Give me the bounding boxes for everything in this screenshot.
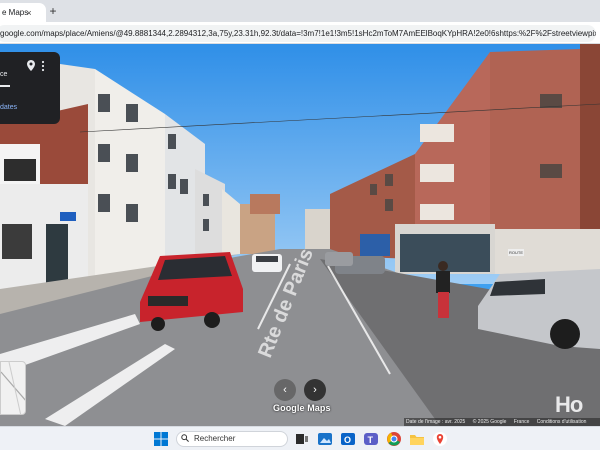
photos-icon[interactable] bbox=[318, 432, 332, 446]
mini-map[interactable] bbox=[0, 361, 26, 415]
svg-text:T: T bbox=[368, 435, 374, 445]
parked-car bbox=[325, 252, 353, 266]
watermark-logo: Ho bbox=[555, 392, 583, 417]
window bbox=[2, 224, 32, 259]
balconies-right bbox=[420, 124, 454, 220]
attribution-bar: Date de l'image : avr. 2025 © 2025 Googl… bbox=[404, 418, 600, 426]
street-view-panorama[interactable]: Rte de Paris ROUTE bbox=[0, 44, 600, 426]
browser-tab-strip: e Maps × + bbox=[0, 0, 600, 22]
region-link[interactable]: France bbox=[514, 419, 530, 425]
windows-start-icon[interactable] bbox=[154, 432, 168, 446]
task-view-icon[interactable] bbox=[295, 432, 309, 446]
teams-icon[interactable]: T bbox=[364, 432, 378, 446]
taskbar-search-box[interactable]: Rechercher bbox=[176, 431, 288, 447]
far-building-roof bbox=[250, 194, 280, 214]
outlook-icon[interactable]: O bbox=[341, 432, 355, 446]
image-date: Date de l'image : avr. 2025 bbox=[406, 419, 466, 425]
browser-tab[interactable]: e Maps × bbox=[0, 3, 46, 22]
windows-taskbar: Rechercher O T bbox=[0, 426, 600, 450]
location-pin-icon[interactable] bbox=[27, 60, 35, 71]
tab-close-icon[interactable]: × bbox=[23, 7, 35, 19]
white-car bbox=[252, 254, 282, 272]
next-view-button[interactable]: › bbox=[304, 379, 326, 401]
google-maps-logo: Google Maps bbox=[273, 403, 331, 413]
browser-toolbar: google.com/maps/place/Amiens/@49.8881344… bbox=[0, 22, 600, 44]
terms-link[interactable]: Conditions d'utilisation bbox=[537, 419, 587, 425]
file-explorer-icon[interactable] bbox=[410, 432, 424, 446]
white-building bbox=[195, 169, 225, 259]
place-name-fragment: ce bbox=[0, 71, 8, 78]
far-building bbox=[305, 209, 330, 254]
chrome-icon[interactable] bbox=[387, 432, 401, 446]
new-tab-button[interactable]: + bbox=[46, 4, 60, 18]
svg-text:O: O bbox=[344, 435, 351, 445]
search-icon bbox=[181, 434, 189, 442]
more-options-icon[interactable] bbox=[40, 60, 46, 72]
previous-view-button[interactable]: ‹ bbox=[274, 379, 296, 401]
window bbox=[4, 159, 36, 181]
door bbox=[46, 224, 68, 284]
address-bar[interactable]: google.com/maps/place/Amiens/@49.8881344… bbox=[0, 25, 596, 42]
street-view-scene: Rte de Paris bbox=[0, 44, 600, 426]
street-name-plate: ROUTE bbox=[508, 249, 524, 256]
maps-pin-icon[interactable] bbox=[433, 432, 447, 446]
mini-map-roads bbox=[1, 362, 25, 414]
shop-sign bbox=[360, 234, 390, 256]
copyright-text: © 2025 Google bbox=[472, 419, 507, 425]
see-more-dates-link[interactable]: dates bbox=[0, 104, 17, 111]
blue-sign bbox=[60, 212, 76, 221]
info-divider bbox=[0, 85, 10, 87]
